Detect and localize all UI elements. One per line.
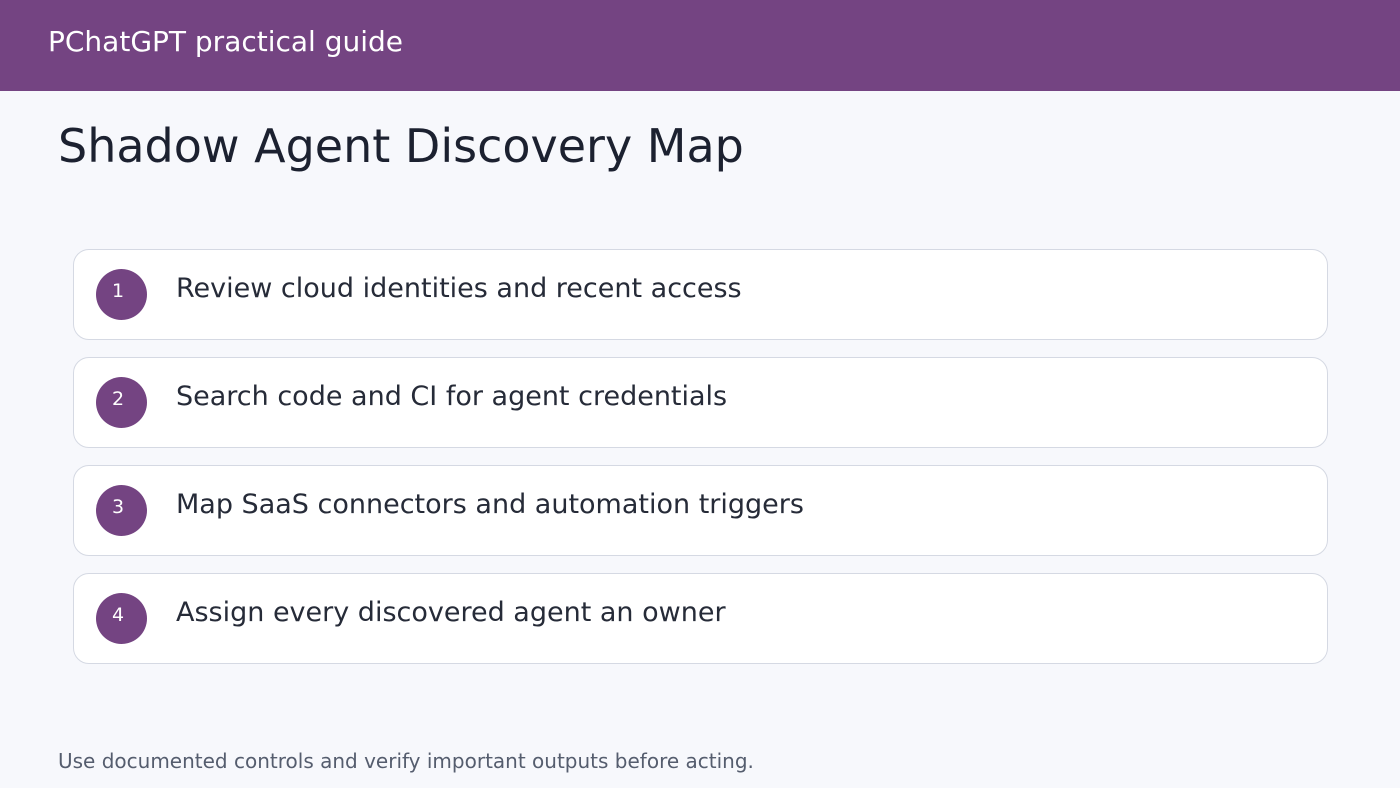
- brand-title: PChatGPT practical guide: [48, 25, 404, 58]
- page-title: Shadow Agent Discovery Map: [58, 119, 744, 173]
- step-number-badge: 3: [96, 485, 147, 536]
- step-card-1: 1 Review cloud identities and recent acc…: [73, 249, 1328, 340]
- step-text: Review cloud identities and recent acces…: [176, 273, 742, 304]
- footer-note: Use documented controls and verify impor…: [58, 749, 754, 773]
- top-bar: PChatGPT practical guide: [0, 0, 1400, 91]
- step-number-badge: 4: [96, 593, 147, 644]
- step-text: Assign every discovered agent an owner: [176, 597, 726, 628]
- step-card-2: 2 Search code and CI for agent credentia…: [73, 357, 1328, 448]
- step-text: Map SaaS connectors and automation trigg…: [176, 489, 804, 520]
- step-card-3: 3 Map SaaS connectors and automation tri…: [73, 465, 1328, 556]
- step-number-badge: 2: [96, 377, 147, 428]
- steps-list: 1 Review cloud identities and recent acc…: [73, 249, 1328, 681]
- step-text: Search code and CI for agent credentials: [176, 381, 728, 412]
- step-number-badge: 1: [96, 269, 147, 320]
- step-card-4: 4 Assign every discovered agent an owner: [73, 573, 1328, 664]
